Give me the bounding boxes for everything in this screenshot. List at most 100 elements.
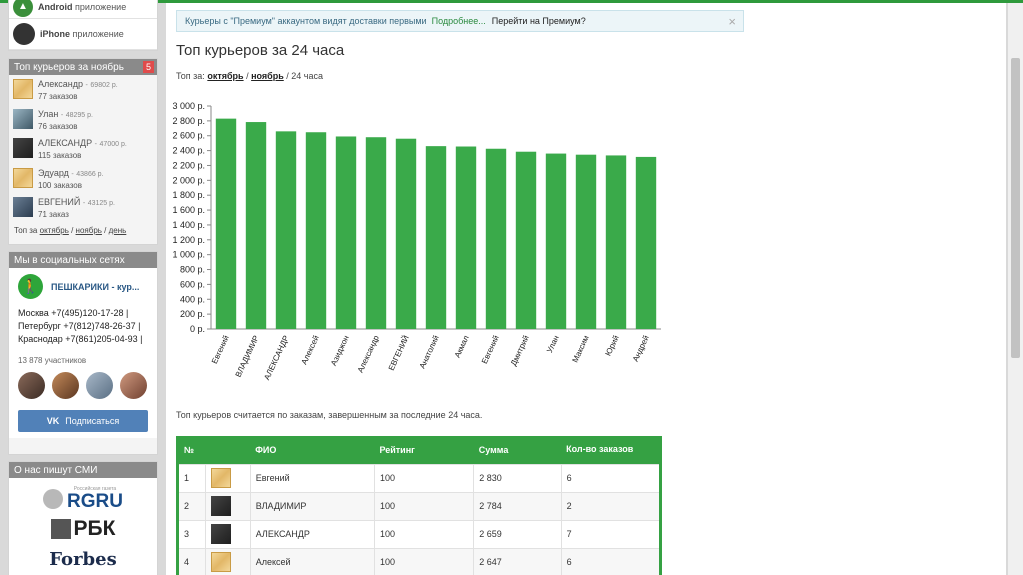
scrollbar[interactable] — [1008, 3, 1023, 575]
members-count: 13 878 участников — [18, 356, 87, 365]
row-sum: 2 647 — [473, 547, 562, 575]
courier-name[interactable]: Эдуард — [38, 168, 69, 178]
vk-icon: VK — [46, 416, 60, 426]
avatar[interactable] — [13, 197, 33, 217]
courier-info: Улан - 48295 р. 76 заказов — [38, 109, 93, 132]
col-name[interactable]: ФИО — [250, 436, 375, 464]
scrollbar-thumb[interactable] — [1011, 58, 1020, 358]
courier-sum: 48295 р. — [65, 111, 93, 119]
row-name[interactable]: ВЛАДИМИР — [249, 491, 375, 521]
x-tick-label: Евгений — [480, 334, 501, 365]
media-box: О нас пишут СМИ Российская газета RGRU Р… — [8, 461, 158, 575]
col-rating[interactable]: Рейтинг — [374, 436, 474, 464]
list-item[interactable]: Александр - 69802 р. 77 заказов — [9, 75, 157, 105]
table-row[interactable]: 2 ВЛАДИМИР 100 2 784 2 — [177, 491, 662, 521]
bar[interactable] — [575, 154, 597, 329]
subscribe-button[interactable]: VK Подписаться — [18, 410, 148, 432]
period-link-october[interactable]: октябрь — [207, 71, 243, 81]
avatar[interactable] — [13, 167, 33, 188]
courier-name[interactable]: ЕВГЕНИЙ — [38, 197, 80, 207]
col-avatar — [205, 436, 251, 464]
iphone-app-link[interactable]: iPhone приложение — [9, 19, 157, 50]
table-row[interactable]: 4 Алексей 100 2 647 6 — [177, 547, 662, 575]
courier-line: ЕВГЕНИЙ - 43125 р. — [38, 197, 115, 209]
group-header[interactable]: 🚶 ПЕШКАРИКИ - кур... — [18, 274, 148, 299]
avatar[interactable] — [18, 372, 45, 399]
bar[interactable] — [305, 132, 327, 329]
bar[interactable] — [635, 156, 657, 329]
avatar[interactable] — [210, 496, 231, 516]
link-october[interactable]: октябрь — [40, 226, 69, 235]
col-num[interactable]: № — [177, 436, 206, 464]
row-name[interactable]: Алексей — [249, 547, 375, 575]
table-body: 1 Евгений 100 2 830 6 2 ВЛАДИМИР 100 2 784 2 3 АЛЕК… — [177, 463, 662, 575]
bar[interactable] — [485, 148, 507, 329]
list-item[interactable]: ЕВГЕНИЙ - 43125 р. 71 заказ — [9, 193, 157, 223]
avatar[interactable] — [86, 372, 113, 399]
rgru-text: RGRU — [67, 491, 123, 512]
row-num: 1 — [177, 463, 206, 493]
apps-box: ▲ Android приложение iPhone приложение — [8, 0, 158, 51]
avatar[interactable] — [13, 138, 33, 158]
bar[interactable] — [275, 131, 297, 329]
social-box: Мы в социальных сетях 🚶 ПЕШКАРИКИ - кур.… — [8, 251, 158, 455]
bar[interactable] — [455, 146, 477, 329]
bar[interactable] — [215, 118, 237, 330]
forbes-logo[interactable]: Forbes — [9, 544, 157, 574]
x-tick-label: Дмитрий — [509, 334, 531, 367]
row-name[interactable]: Евгений — [249, 463, 375, 493]
avatar[interactable] — [13, 79, 33, 99]
rbc-logo[interactable]: РБК — [9, 514, 157, 544]
group-name[interactable]: ПЕШКАРИКИ - кур... — [51, 282, 139, 292]
period-prefix: Топ за: — [176, 71, 205, 81]
courier-bar-chart: 0 р. 200 р. 400 р. 600 р. 800 р. 1 000 р. 1 20… — [172, 101, 661, 381]
avatar[interactable] — [210, 468, 231, 488]
bar[interactable] — [395, 138, 417, 329]
courier-name[interactable]: Александр — [38, 79, 83, 89]
x-tick-label: Улан — [545, 334, 561, 354]
list-item[interactable]: Эдуард - 43866 р. 100 заказов — [9, 164, 157, 194]
avatar[interactable] — [13, 108, 33, 129]
chart-note: Топ курьеров считается по заказам, завер… — [176, 410, 483, 420]
link-november[interactable]: ноябрь — [76, 226, 102, 235]
period-link-november[interactable]: ноябрь — [251, 71, 284, 81]
avatar[interactable] — [210, 524, 231, 544]
bar[interactable] — [335, 136, 357, 329]
list-item[interactable]: Улан - 48295 р. 76 заказов — [9, 105, 157, 135]
courier-name[interactable]: Улан — [38, 109, 58, 119]
avatar[interactable] — [52, 372, 79, 399]
col-orders[interactable]: Кол-во заказов — [561, 436, 661, 464]
bar[interactable] — [545, 153, 567, 329]
bar[interactable] — [515, 151, 537, 329]
col-sum[interactable]: Сумма — [473, 436, 562, 464]
bar[interactable] — [365, 137, 387, 329]
x-tick-label: Анатолий — [418, 334, 441, 370]
bar[interactable] — [425, 146, 447, 329]
row-avatar-cell — [204, 463, 251, 493]
box-title: О нас пишут СМИ — [9, 462, 157, 478]
table-row[interactable]: 1 Евгений 100 2 830 6 — [177, 463, 662, 493]
go-premium-link[interactable]: Перейти на Премиум? — [492, 16, 586, 26]
row-name[interactable]: АЛЕКСАНДР — [249, 519, 375, 549]
rbc-mark-icon — [50, 519, 71, 539]
y-tick-label: 600 р. — [180, 279, 205, 289]
bar[interactable] — [605, 155, 627, 329]
top-couriers-box: Топ курьеров за ноябрь 5 Александр - 698… — [8, 58, 158, 245]
table-row[interactable]: 3 АЛЕКСАНДР 100 2 659 7 — [177, 519, 662, 549]
avatar[interactable] — [210, 552, 231, 572]
row-num: 3 — [177, 519, 206, 549]
bar[interactable] — [245, 122, 267, 329]
android-app-link[interactable]: ▲ Android приложение — [9, 0, 157, 19]
list-item[interactable]: АЛЕКСАНДР - 47000 р. 115 заказов — [9, 134, 157, 164]
android-icon: ▲ — [13, 0, 33, 17]
forbes-text: Forbes — [49, 548, 117, 570]
rgru-logo[interactable]: Российская газета RGRU — [9, 484, 157, 514]
row-orders: 7 — [560, 519, 662, 549]
link-day[interactable]: день — [109, 226, 127, 235]
sum-prefix: - — [94, 141, 98, 148]
courier-name[interactable]: АЛЕКСАНДР — [38, 138, 92, 148]
avatar[interactable] — [120, 372, 147, 399]
courier-orders: 115 заказов — [38, 151, 82, 160]
close-icon[interactable]: × — [728, 14, 736, 29]
more-link[interactable]: Подробнее... — [432, 16, 486, 26]
